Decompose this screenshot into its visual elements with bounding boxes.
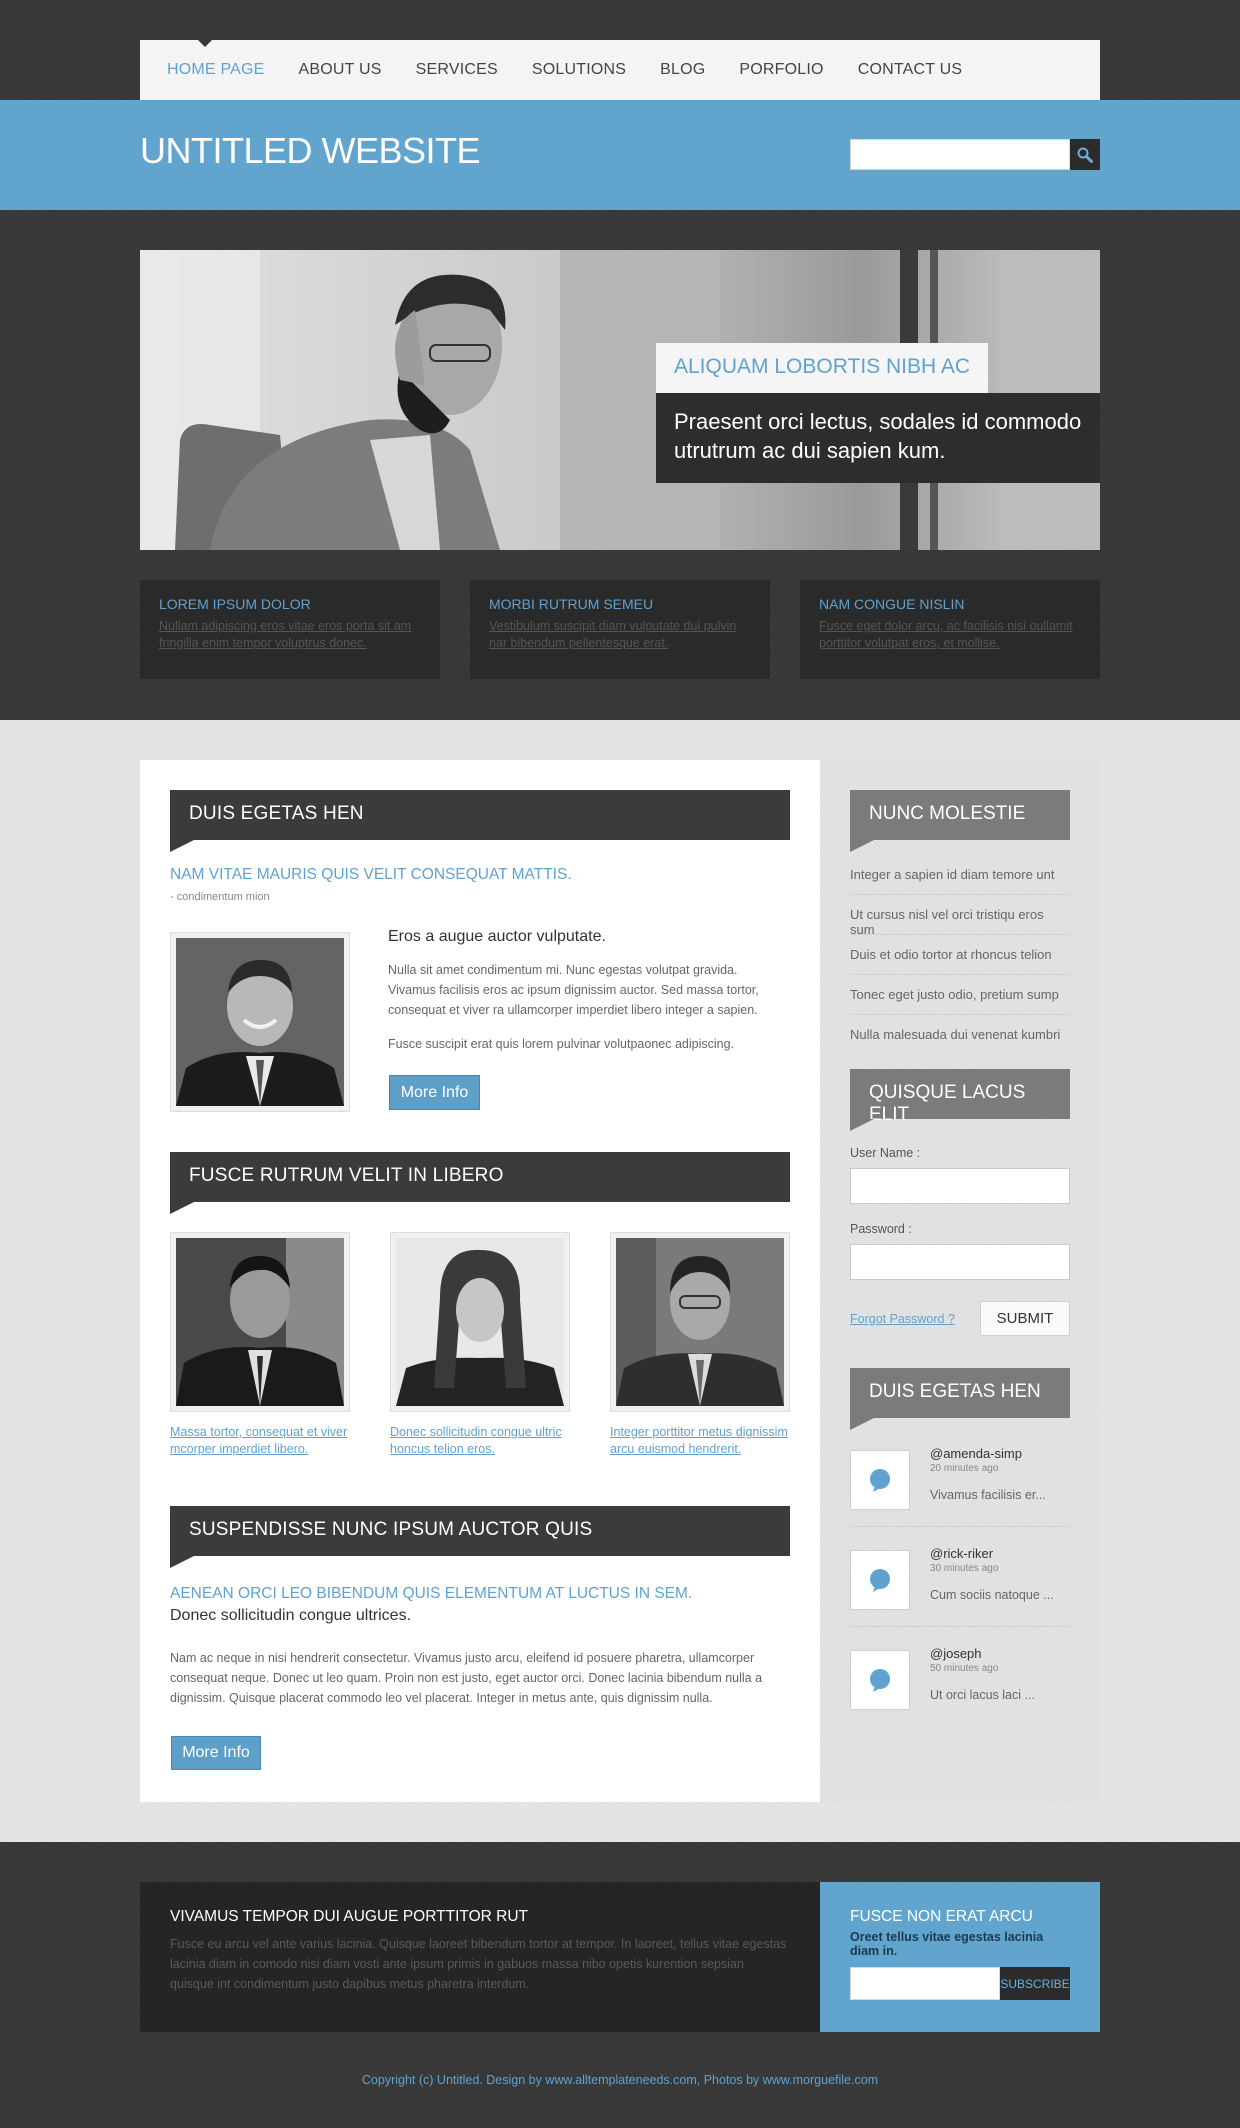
section-heading: DUIS EGETAS HEN: [170, 790, 790, 852]
search-button[interactable]: [1070, 139, 1100, 170]
feature-box: NAM CONGUE NISLIN Fusce eget dolor arcu,…: [800, 580, 1100, 679]
forgot-password-link[interactable]: Forgot Password ?: [850, 1312, 955, 1326]
nav-services[interactable]: SERVICES: [416, 61, 498, 79]
article-lead: Eros a augue auctor vulputate.: [388, 928, 606, 945]
feature-text[interactable]: Fusce eget dolor arcu, ac facilisis nisi…: [819, 618, 1081, 652]
article-body: Nulla sit amet condimentum mi. Nunc eges…: [388, 963, 759, 1017]
main-nav: HOME PAGE ABOUT US SERVICES SOLUTIONS BL…: [140, 40, 1100, 100]
gallery-photo[interactable]: [390, 1232, 570, 1412]
tweet-avatar[interactable]: [850, 1450, 910, 1510]
search-box: [850, 139, 1100, 170]
article-meta: - condimentum mion: [170, 891, 270, 903]
search-input[interactable]: [850, 139, 1070, 170]
article-body: Nam ac neque in nisi hendrerit consectet…: [170, 1651, 763, 1705]
username-label: User Name :: [850, 1146, 921, 1160]
gallery-caption[interactable]: Donec sollicitudin congue ultric honcus …: [390, 1424, 570, 1458]
tweet-time: 50 minutes ago: [930, 1663, 999, 1674]
section-heading: SUSPENDISSE NUNC IPSUM AUCTOR QUIS: [170, 1506, 790, 1568]
speech-bubble-icon: [870, 1469, 890, 1492]
feature-title[interactable]: MORBI RUTRUM SEMEU: [489, 596, 751, 612]
tweet-text: Ut orci lacus laci ...: [930, 1688, 1035, 1702]
speech-bubble-icon: [870, 1569, 890, 1592]
footer-newsletter: FUSCE NON ERAT ARCU Oreet tellus vitae e…: [820, 1882, 1100, 2032]
feature-text[interactable]: Vestibulum suscipit diam vulputate dui p…: [489, 618, 751, 652]
footer-heading: FUSCE NON ERAT ARCU: [850, 1908, 1033, 1925]
nav-about[interactable]: ABOUT US: [299, 61, 382, 79]
footer-about: VIVAMUS TEMPOR DUI AUGUE PORTTITOR RUT F…: [140, 1882, 820, 2032]
hero-caption-title: ALIQUAM LOBORTIS NIBH AC: [656, 343, 989, 393]
site-title[interactable]: UNTITLED WEBSITE: [140, 130, 481, 172]
footer-text: Fusce eu arcu vel ante varius lacinia. Q…: [170, 1937, 787, 1991]
gallery-caption[interactable]: Integer porttitor metus dignissim arcu e…: [610, 1424, 790, 1458]
nav-active-marker: [198, 40, 212, 47]
sidebar-heading: QUISQUE LACUS ELIT: [850, 1069, 1070, 1131]
subscribe-button[interactable]: SUBSCRIBE: [1000, 1967, 1070, 2000]
tweet-text: Vivamus facilisis er...: [930, 1488, 1046, 1502]
feature-box: LOREM IPSUM DOLOR Nullam adipiscing eros…: [140, 580, 440, 679]
tweet-avatar[interactable]: [850, 1550, 910, 1610]
sidebar-list-item[interactable]: Duis et odio tortor at rhoncus telion: [850, 935, 1070, 975]
copyright-text: Copyright (c) Untitled. Design by www.al…: [361, 2073, 879, 2087]
gallery-photo[interactable]: [610, 1232, 790, 1412]
tweet-user[interactable]: @amenda-simp: [930, 1446, 1022, 1461]
nav-solutions[interactable]: SOLUTIONS: [532, 61, 626, 79]
feature-box: MORBI RUTRUM SEMEU Vestibulum suscipit d…: [470, 580, 770, 679]
submit-button[interactable]: SUBMIT: [980, 1301, 1070, 1336]
person-photo: [176, 938, 344, 1106]
gallery-caption[interactable]: Massa tortor, consequat et viver mcorper…: [170, 1424, 350, 1458]
password-field[interactable]: [850, 1244, 1070, 1280]
article-lead: Donec sollicitudin congue ultrices.: [170, 1607, 412, 1624]
tweet-time: 30 minutes ago: [930, 1563, 999, 1574]
feature-text[interactable]: Nullam adipiscing eros vitae eros porta …: [159, 618, 421, 652]
gallery-photo[interactable]: [170, 1232, 350, 1412]
feature-title[interactable]: NAM CONGUE NISLIN: [819, 596, 1081, 612]
divider: [850, 1526, 1070, 1527]
sidebar-heading: DUIS EGETAS HEN: [850, 1368, 1070, 1430]
nav-blog[interactable]: BLOG: [660, 61, 705, 79]
divider: [850, 1626, 1070, 1627]
footer-subtext: Oreet tellus vitae egestas lacinia diam …: [850, 1930, 1044, 1958]
sidebar-heading: NUNC MOLESTIE: [850, 790, 1070, 852]
article-subtitle[interactable]: NAM VITAE MAURIS QUIS VELIT CONSEQUAT MA…: [170, 866, 572, 884]
tweet-user[interactable]: @joseph: [930, 1646, 982, 1661]
sidebar-list-item[interactable]: Integer a sapien id diam temore unt: [850, 855, 1070, 895]
nav-portfolio[interactable]: PORFOLIO: [739, 61, 823, 79]
article-photo: [170, 932, 350, 1112]
sidebar-list-item[interactable]: Tonec eget justo odio, pretium sump: [850, 975, 1070, 1015]
search-icon: [1077, 147, 1093, 163]
tweet-user[interactable]: @rick-riker: [930, 1546, 993, 1561]
article-subtitle[interactable]: AENEAN ORCI LEO BIBENDUM QUIS ELEMENTUM …: [170, 1585, 692, 1603]
nav-home[interactable]: HOME PAGE: [167, 61, 265, 79]
person-photo: [176, 1238, 344, 1406]
username-field[interactable]: [850, 1168, 1070, 1204]
more-info-button[interactable]: More Info: [171, 1736, 261, 1770]
speech-bubble-icon: [870, 1669, 890, 1692]
sidebar-list-item[interactable]: Nulla malesuada dui venenat kumbri: [850, 1015, 1070, 1055]
nav-contact[interactable]: CONTACT US: [858, 61, 963, 79]
hero-caption-text: Praesent orci lectus, sodales id commodo…: [656, 393, 1100, 483]
article-body: Fusce suscipit erat quis lorem pulvinar …: [388, 1037, 735, 1051]
person-photo: [616, 1238, 784, 1406]
footer-heading: VIVAMUS TEMPOR DUI AUGUE PORTTITOR RUT: [170, 1908, 528, 1925]
more-info-button[interactable]: More Info: [389, 1075, 480, 1110]
sidebar-list-item[interactable]: Ut cursus nisl vel orci tristiqu eros su…: [850, 895, 1070, 937]
tweet-time: 20 minutes ago: [930, 1463, 999, 1474]
tweet-text: Cum sociis natoque ...: [930, 1588, 1054, 1602]
section-heading: FUSCE RUTRUM VELIT IN LIBERO: [170, 1152, 790, 1214]
person-photo: [396, 1238, 564, 1406]
tweet-avatar[interactable]: [850, 1650, 910, 1710]
password-label: Password :: [850, 1222, 912, 1236]
feature-title[interactable]: LOREM IPSUM DOLOR: [159, 596, 421, 612]
newsletter-email-input[interactable]: [850, 1967, 1000, 2000]
